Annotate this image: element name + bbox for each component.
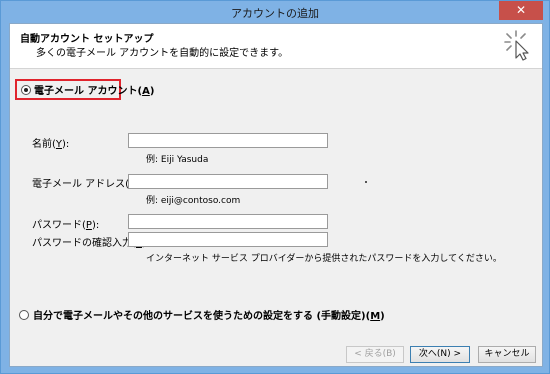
window-title: アカウントの追加	[231, 7, 319, 20]
header-title: 自動アカウント セットアップ	[20, 34, 154, 45]
email-address-label-text: 電子メール アドレス(	[32, 179, 130, 190]
manual-setup-radio-option[interactable]: 自分で電子メールやその他のサービスを使うための設定をする (手動設定)(M)	[19, 307, 385, 322]
manual-setup-label-end: )	[380, 311, 385, 322]
manual-setup-radio[interactable]	[19, 310, 29, 320]
name-label-end: ):	[62, 139, 70, 150]
password-confirm-input[interactable]	[128, 232, 328, 247]
wizard-cursor-icon	[504, 30, 529, 61]
password-confirm-label-text: パスワードの確認入力(	[32, 238, 136, 249]
name-input[interactable]	[128, 133, 328, 148]
password-input[interactable]	[128, 214, 328, 229]
header-subtitle: 多くの電子メール アカウントを自動的に設定できます。	[36, 48, 289, 59]
manual-setup-accel: M	[370, 311, 381, 322]
password-hint: インターネット サービス プロバイダーから提供されたパスワードを入力してください…	[146, 254, 502, 264]
email-address-input[interactable]	[128, 174, 328, 189]
password-label-end: ):	[91, 220, 100, 231]
email-account-radio-option[interactable]: 電子メール アカウント(A)	[15, 79, 154, 100]
email-address-label: 電子メール アドレス(E):	[32, 175, 143, 190]
name-example: 例: Eiji Yasuda	[146, 155, 209, 165]
cancel-button[interactable]: キャンセル	[478, 346, 536, 363]
email-account-accel: A	[142, 86, 150, 97]
name-label: 名前(Y):	[32, 135, 69, 150]
email-account-radio[interactable]	[21, 85, 31, 95]
name-label-text: 名前(	[32, 139, 56, 150]
password-label: パスワード(P):	[32, 216, 99, 231]
password-label-text: パスワード(	[32, 220, 86, 231]
back-button[interactable]: < 戻る(B)	[346, 346, 404, 363]
wizard-header: 自動アカウント セットアップ 多くの電子メール アカウントを自動的に設定できます…	[10, 24, 542, 69]
close-button[interactable]: ✕	[499, 1, 543, 20]
title-bar[interactable]: アカウントの追加 ✕	[1, 1, 549, 23]
email-account-label: 電子メール アカウント(	[34, 86, 143, 97]
email-account-label-end: )	[149, 86, 155, 97]
dialog-window: アカウントの追加 ✕ 自動アカウント セットアップ 多くの電子メール アカウント…	[0, 0, 550, 374]
manual-setup-label: 自分で電子メールやその他のサービスを使うための設定をする (手動設定)(	[33, 311, 371, 322]
email-address-example: 例: eiji@contoso.com	[146, 196, 241, 206]
stray-dot	[365, 181, 367, 183]
next-button[interactable]: 次へ(N) >	[410, 346, 470, 363]
dialog-client-area: 自動アカウント セットアップ 多くの電子メール アカウントを自動的に設定できます…	[9, 23, 543, 367]
